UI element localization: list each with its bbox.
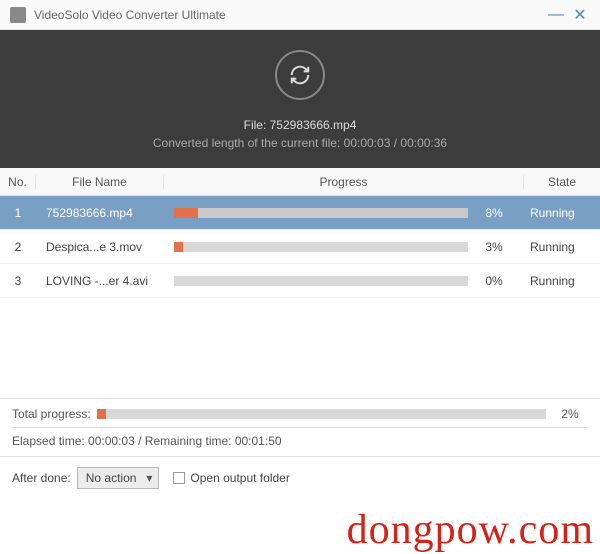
- table-header: No. File Name Progress State: [0, 168, 600, 196]
- table-row[interactable]: 1752983666.mp4 8% Running: [0, 196, 600, 230]
- col-no-header: No.: [0, 175, 36, 189]
- row-progress-bar: [174, 242, 468, 252]
- row-progress-pct: 0%: [474, 274, 514, 288]
- total-progress-row: Total progress: 2%: [12, 407, 588, 421]
- row-progress-fill: [174, 208, 198, 218]
- col-progress-header: Progress: [164, 175, 524, 189]
- total-progress-fill: [97, 409, 106, 419]
- row-state: Running: [524, 274, 600, 288]
- table-row[interactable]: 2Despica...e 3.mov 3% Running: [0, 230, 600, 264]
- row-progress: 0%: [164, 274, 524, 288]
- row-no: 3: [0, 274, 36, 288]
- time-sep: /: [135, 434, 145, 448]
- row-spacer: [0, 298, 600, 398]
- total-progress-pct: 2%: [552, 407, 588, 421]
- remain-value: 00:01:50: [235, 434, 282, 448]
- file-prefix: File:: [244, 118, 270, 132]
- row-progress-fill: [174, 242, 183, 252]
- current-file-line: File: 752983666.mp4: [0, 118, 600, 132]
- minimize-button[interactable]: —: [546, 5, 566, 25]
- total-progress-label: Total progress:: [12, 407, 91, 421]
- col-state-header: State: [524, 175, 600, 189]
- after-done-value: No action: [86, 471, 137, 485]
- after-done-label: After done:: [12, 471, 71, 485]
- app-icon: [10, 7, 26, 23]
- titlebar: VideoSolo Video Converter Ultimate — ✕: [0, 0, 600, 30]
- row-progress-bar: [174, 276, 468, 286]
- app-title: VideoSolo Video Converter Ultimate: [34, 8, 542, 22]
- rows-host: 1752983666.mp48%Running2Despica...e 3.mo…: [0, 196, 600, 298]
- row-state: Running: [524, 240, 600, 254]
- row-progress-bar: [174, 208, 468, 218]
- progress-header: File: 752983666.mp4 Converted length of …: [0, 30, 600, 168]
- row-file-name: 752983666.mp4: [36, 206, 164, 220]
- row-progress: 3%: [164, 240, 524, 254]
- elapsed-value: 00:00:03: [88, 434, 135, 448]
- after-done-select[interactable]: No action: [77, 467, 160, 489]
- row-file-name: Despica...e 3.mov: [36, 240, 164, 254]
- row-state: Running: [524, 206, 600, 220]
- spinner-icon: [275, 50, 325, 100]
- total-progress-bar: [97, 409, 546, 419]
- row-progress-pct: 3%: [474, 240, 514, 254]
- conv-prefix: Converted length of the current file:: [153, 136, 344, 150]
- conv-sep: /: [390, 136, 400, 150]
- open-folder-label: Open output folder: [190, 471, 289, 485]
- elapsed-label: Elapsed time:: [12, 434, 88, 448]
- elapsed-remaining-line: Elapsed time: 00:00:03 / Remaining time:…: [12, 427, 588, 448]
- watermark-text: dongpow.com: [347, 506, 594, 554]
- converted-length-line: Converted length of the current file: 00…: [0, 136, 600, 150]
- col-file-header: File Name: [36, 175, 164, 189]
- conv-total: 00:00:36: [400, 136, 447, 150]
- conv-elapsed: 00:00:03: [344, 136, 391, 150]
- table-row[interactable]: 3LOVING -...er 4.avi 0% Running: [0, 264, 600, 298]
- totals-panel: Total progress: 2% Elapsed time: 00:00:0…: [0, 398, 600, 456]
- row-progress-pct: 8%: [474, 206, 514, 220]
- row-progress: 8%: [164, 206, 524, 220]
- footer: After done: No action Open output folder: [0, 456, 600, 499]
- row-no: 1: [0, 206, 36, 220]
- row-file-name: LOVING -...er 4.avi: [36, 274, 164, 288]
- close-button[interactable]: ✕: [570, 5, 590, 25]
- row-no: 2: [0, 240, 36, 254]
- remain-label: Remaining time:: [145, 434, 235, 448]
- file-name: 752983666.mp4: [270, 118, 357, 132]
- open-folder-checkbox[interactable]: [173, 472, 185, 484]
